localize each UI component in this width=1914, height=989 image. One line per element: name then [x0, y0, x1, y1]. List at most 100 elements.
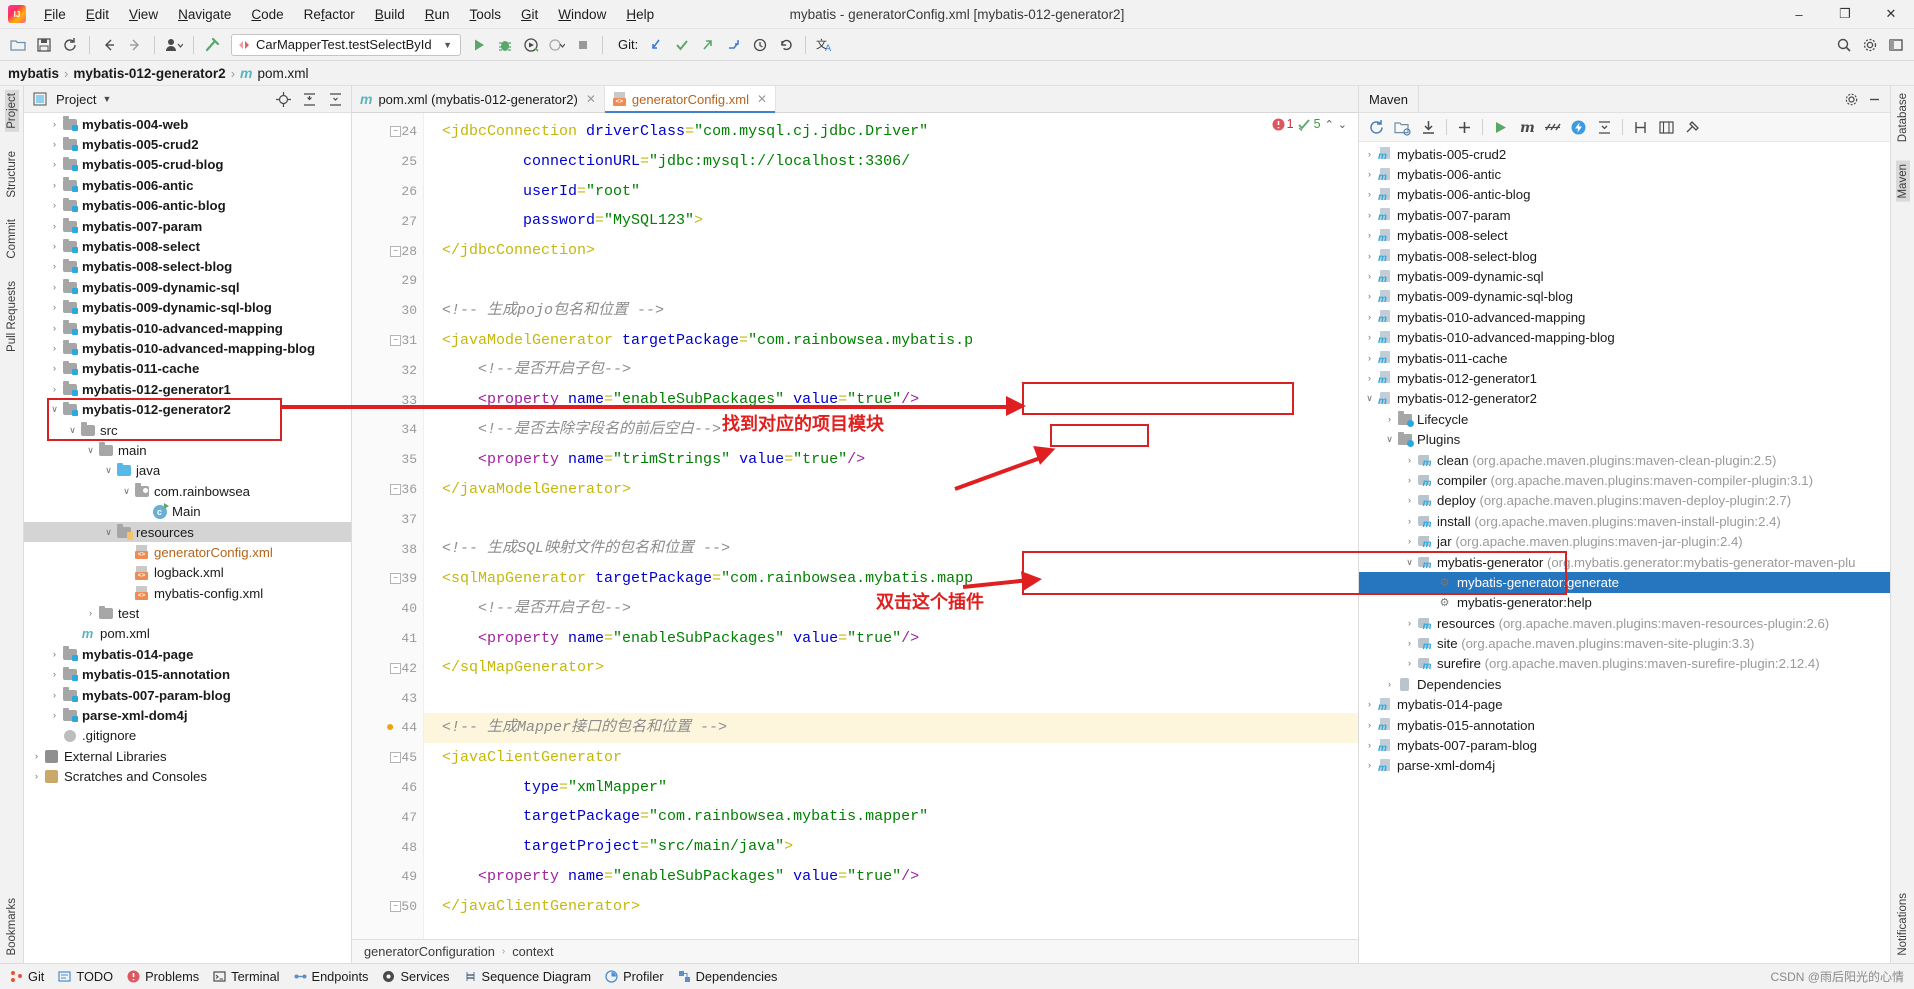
gutter-line[interactable]: 35 [352, 445, 423, 475]
layout-icon[interactable] [1884, 33, 1908, 57]
tree-expand-arrow-icon[interactable]: › [48, 711, 61, 720]
project-tree-row[interactable]: ›mybats-007-param-blog [24, 685, 351, 705]
tree-expand-arrow-icon[interactable]: › [1363, 354, 1376, 363]
collapse-all-icon[interactable] [325, 89, 345, 109]
tree-expand-arrow-icon[interactable]: › [1363, 292, 1376, 301]
gutter-line[interactable]: 32 [352, 355, 423, 385]
minimize-icon[interactable] [1863, 88, 1886, 111]
code-line[interactable] [424, 683, 1358, 713]
gutter-line[interactable]: 27 [352, 206, 423, 236]
tree-expand-arrow-icon[interactable]: › [1363, 150, 1376, 159]
gutter-line[interactable]: −28 [352, 236, 423, 266]
chevron-down-icon[interactable]: ▼ [102, 94, 111, 104]
code-line[interactable]: <property name="enableSubPackages" value… [424, 624, 1358, 654]
status-item-services[interactable]: Services [382, 969, 449, 984]
tree-expand-arrow-icon[interactable]: › [1403, 476, 1416, 485]
menu-build[interactable]: Build [365, 3, 415, 26]
gutter-line[interactable]: 48 [352, 832, 423, 862]
project-tree-row[interactable]: ∨main [24, 440, 351, 460]
gutter-line[interactable]: 30 [352, 296, 423, 326]
project-tree-row[interactable]: cMain [24, 501, 351, 521]
close-icon[interactable]: ✕ [586, 92, 596, 106]
gutter-line[interactable]: −31 [352, 326, 423, 356]
refresh-icon[interactable] [58, 33, 82, 57]
gutter-line[interactable]: 34 [352, 415, 423, 445]
rail-tab-database[interactable]: Database [1896, 90, 1910, 145]
code-line[interactable]: <!--是否去除字段名的前后空白--> [424, 415, 1358, 445]
tree-expand-arrow-icon[interactable]: ∨ [84, 446, 97, 455]
tree-expand-arrow-icon[interactable]: › [1403, 456, 1416, 465]
project-tree-row[interactable]: ›mybatis-008-select [24, 236, 351, 256]
code-line[interactable]: <property name="enableSubPackages" value… [424, 862, 1358, 892]
tree-expand-arrow-icon[interactable]: › [1363, 231, 1376, 240]
generate-sources-icon[interactable] [1391, 116, 1414, 139]
code-line[interactable] [424, 266, 1358, 296]
user-profile-icon[interactable] [162, 33, 186, 57]
maven-tree[interactable]: ›mybatis-005-crud2›mybatis-006-antic›myb… [1359, 142, 1890, 963]
project-tree-row[interactable]: ›mybatis-011-cache [24, 359, 351, 379]
menu-tools[interactable]: Tools [460, 3, 512, 26]
open-folder-icon[interactable] [6, 33, 30, 57]
tree-expand-arrow-icon[interactable]: ∨ [1383, 435, 1396, 444]
maven-tree-row[interactable]: ›site (org.apache.maven.plugins:maven-si… [1359, 633, 1890, 653]
editor-tab-generatorconfig[interactable]: generatorConfig.xml ✕ [605, 86, 776, 112]
tree-expand-arrow-icon[interactable]: › [1383, 680, 1396, 689]
fold-marker-icon[interactable]: − [390, 573, 401, 584]
gutter-line[interactable]: 37 [352, 504, 423, 534]
maven-tree-row[interactable]: ›mybatis-012-generator1 [1359, 368, 1890, 388]
gutter-line[interactable]: 49 [352, 862, 423, 892]
maximize-button[interactable]: ❐ [1822, 0, 1868, 28]
project-tree-row[interactable]: ›mybatis-009-dynamic-sql-blog [24, 298, 351, 318]
code-line[interactable]: <javaClientGenerator [424, 743, 1358, 773]
run-icon[interactable] [467, 33, 491, 57]
tree-expand-arrow-icon[interactable]: › [1363, 313, 1376, 322]
maven-tree-row[interactable]: ∨mybatis-generator (org.mybatis.generato… [1359, 552, 1890, 572]
project-tree-row[interactable]: mybatis-config.xml [24, 583, 351, 603]
gear-icon[interactable] [1858, 33, 1882, 57]
code-line[interactable]: <property name="enableSubPackages" value… [424, 385, 1358, 415]
tree-expand-arrow-icon[interactable]: › [48, 324, 61, 333]
gear-icon[interactable] [1840, 88, 1863, 111]
tree-expand-arrow-icon[interactable]: › [1363, 170, 1376, 179]
project-tree-row[interactable]: ›mybatis-004-web [24, 114, 351, 134]
maven-tree-row[interactable]: ›jar (org.apache.maven.plugins:maven-jar… [1359, 531, 1890, 551]
editor-breadcrumb-root[interactable]: generatorConfiguration [364, 944, 495, 959]
fold-marker-icon[interactable]: − [390, 126, 401, 137]
menu-window[interactable]: Window [548, 3, 616, 26]
locate-file-icon[interactable] [273, 89, 293, 109]
minimize-button[interactable]: – [1776, 0, 1822, 28]
project-tree-row[interactable]: ›mybatis-010-advanced-mapping-blog [24, 338, 351, 358]
toggle-offline-mode-icon[interactable] [1567, 116, 1590, 139]
gutter-line[interactable]: 26 [352, 177, 423, 207]
project-tree-row[interactable]: ∨src [24, 420, 351, 440]
run-with-coverage-icon[interactable] [519, 33, 543, 57]
gutter-line[interactable]: −50 [352, 892, 423, 922]
maven-tree-row[interactable]: ⚙mybatis-generator:help [1359, 593, 1890, 613]
tree-expand-arrow-icon[interactable]: › [1363, 721, 1376, 730]
maven-tree-row[interactable]: ∨Plugins [1359, 429, 1890, 449]
fold-marker-icon[interactable]: − [390, 484, 401, 495]
code-line[interactable]: password="MySQL123"> [424, 206, 1358, 236]
gutter-line[interactable]: −24 [352, 117, 423, 147]
project-tree-row[interactable]: ›mybatis-006-antic [24, 175, 351, 195]
tree-expand-arrow-icon[interactable]: › [1383, 415, 1396, 424]
gutter-line[interactable]: 38 [352, 534, 423, 564]
tree-expand-arrow-icon[interactable]: › [48, 283, 61, 292]
maven-tree-row[interactable]: ›mybatis-005-crud2 [1359, 144, 1890, 164]
maven-tree-row[interactable]: ›clean (org.apache.maven.plugins:maven-c… [1359, 450, 1890, 470]
tree-expand-arrow-icon[interactable]: › [1363, 374, 1376, 383]
warning-badge[interactable]: 5 [1298, 117, 1321, 131]
project-tree-row[interactable]: mpom.xml [24, 624, 351, 644]
code-line[interactable] [424, 504, 1358, 534]
menu-file[interactable]: File [34, 3, 76, 26]
project-tree-row[interactable]: ›parse-xml-dom4j [24, 705, 351, 725]
add-maven-project-icon[interactable] [1453, 116, 1476, 139]
update-project-icon[interactable] [644, 33, 668, 57]
rail-tab-notifications[interactable]: Notifications [1896, 890, 1910, 959]
code-content[interactable]: <jdbcConnection driverClass="com.mysql.c… [424, 113, 1358, 939]
fold-marker-icon[interactable]: − [390, 335, 401, 346]
project-tree[interactable]: ›mybatis-004-web›mybatis-005-crud2›mybat… [24, 113, 351, 963]
tree-expand-arrow-icon[interactable]: ∨ [102, 528, 115, 537]
maven-tree-row[interactable]: ›resources (org.apache.maven.plugins:mav… [1359, 613, 1890, 633]
status-item-profiler[interactable]: Profiler [605, 969, 664, 984]
